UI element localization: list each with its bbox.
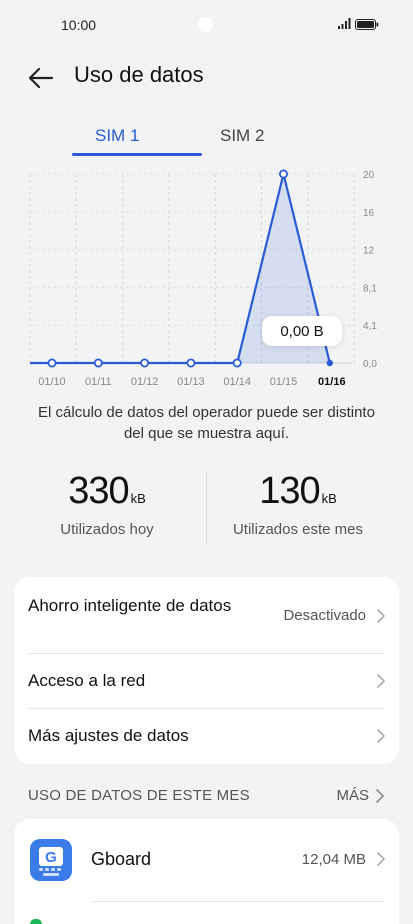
operator-note: El cálculo de datos del operador puede s… (38, 404, 375, 442)
tab-sim2[interactable]: SIM 2 (220, 126, 264, 146)
data-point (278, 169, 288, 179)
smart-saver-row[interactable]: Ahorro inteligente de datos Desactivado (14, 577, 399, 653)
gboard-icon: G (30, 839, 72, 881)
y-tick-label: 20 (363, 170, 375, 181)
more-link[interactable]: MÁS (336, 787, 369, 804)
usage-today-value: 330 (68, 470, 129, 512)
tab-indicator (72, 153, 202, 156)
title-bar: Uso de datos (0, 55, 413, 99)
smart-saver-value: Desactivado (283, 607, 366, 624)
usage-month-label: Utilizados este mes (232, 521, 364, 538)
data-point (93, 358, 103, 368)
usage-month-unit: kB (321, 491, 337, 506)
x-tick-label: 01/10 (38, 376, 66, 388)
chevron-right-icon (377, 729, 385, 743)
back-button[interactable] (26, 63, 56, 93)
network-access-row[interactable]: Acceso a la red (14, 654, 399, 708)
x-tick-label: 01/15 (270, 376, 298, 388)
chart-tooltip: 0,00 B (262, 316, 342, 346)
smart-saver-label: Ahorro inteligente de datos (28, 596, 232, 615)
chevron-right-icon (377, 852, 385, 866)
usage-month-value: 130 (259, 470, 320, 512)
usage-today-unit: kB (130, 491, 146, 506)
chart-svg: 20 16 12 8,1 4,1 0,0 01/10 01/11 01/12 01/13 01/14… (29, 169, 377, 388)
row-divider (91, 901, 385, 902)
y-tick-label: 0,0 (363, 359, 377, 370)
usage-today: 330 kB Utilizados hoy (7, 470, 207, 538)
camera-cutout (198, 17, 213, 32)
section-title: USO DE DATOS DE ESTE MES (28, 787, 250, 804)
app-usage: 12,04 MB (301, 851, 366, 868)
apps-card: G Gboard 12,04 MB (14, 819, 399, 924)
status-time: 10:00 (61, 17, 97, 33)
chevron-right-icon (376, 789, 384, 803)
more-data-settings-label: Más ajustes de datos (28, 726, 189, 745)
app-name: Gboard (91, 849, 152, 869)
data-point (140, 358, 150, 368)
monthly-usage-header: USO DE DATOS DE ESTE MES MÁS (0, 785, 413, 809)
tab-sim1[interactable]: SIM 1 (95, 126, 139, 146)
y-tick-label: 16 (363, 208, 375, 219)
more-data-settings-row[interactable]: Más ajustes de datos (14, 709, 399, 764)
sim-tabs: SIM 1 SIM 2 (0, 120, 413, 160)
data-point (47, 358, 57, 368)
status-bar: 10:00 (0, 0, 413, 52)
settings-card: Ahorro inteligente de datos Desactivado … (14, 577, 399, 764)
data-usage-chart[interactable]: 20 16 12 8,1 4,1 0,0 01/10 01/11 01/12 01/13 01/14… (0, 160, 413, 395)
usage-today-label: Utilizados hoy (60, 521, 154, 538)
data-point (232, 358, 242, 368)
usage-month: 130 kB Utilizados este mes (198, 470, 398, 538)
y-tick-label: 12 (363, 246, 375, 257)
x-tick-label: 01/14 (223, 376, 251, 388)
back-arrow-icon (28, 67, 54, 89)
y-tick-label: 4,1 (363, 321, 377, 332)
data-point (186, 358, 196, 368)
x-tick-label: 01/12 (131, 376, 159, 388)
x-tick-label: 01/13 (177, 376, 205, 388)
svg-text:G: G (45, 849, 57, 866)
network-access-label: Acceso a la red (28, 671, 146, 690)
y-tick-label: 8,1 (363, 283, 377, 294)
chevron-right-icon (377, 674, 385, 688)
battery-icon (355, 19, 379, 30)
page-title: Uso de datos (74, 62, 204, 87)
signal-icon (338, 18, 351, 29)
chevron-right-icon (377, 609, 385, 623)
x-tick-label: 01/11 (85, 376, 112, 388)
x-tick-label: 01/16 (318, 376, 346, 388)
data-point (326, 359, 333, 367)
app-row-gboard[interactable]: G Gboard 12,04 MB (14, 819, 399, 899)
usage-stats: 330 kB Utilizados hoy 130 kB Utilizados es… (0, 470, 413, 550)
app-icon-partial (30, 919, 42, 924)
